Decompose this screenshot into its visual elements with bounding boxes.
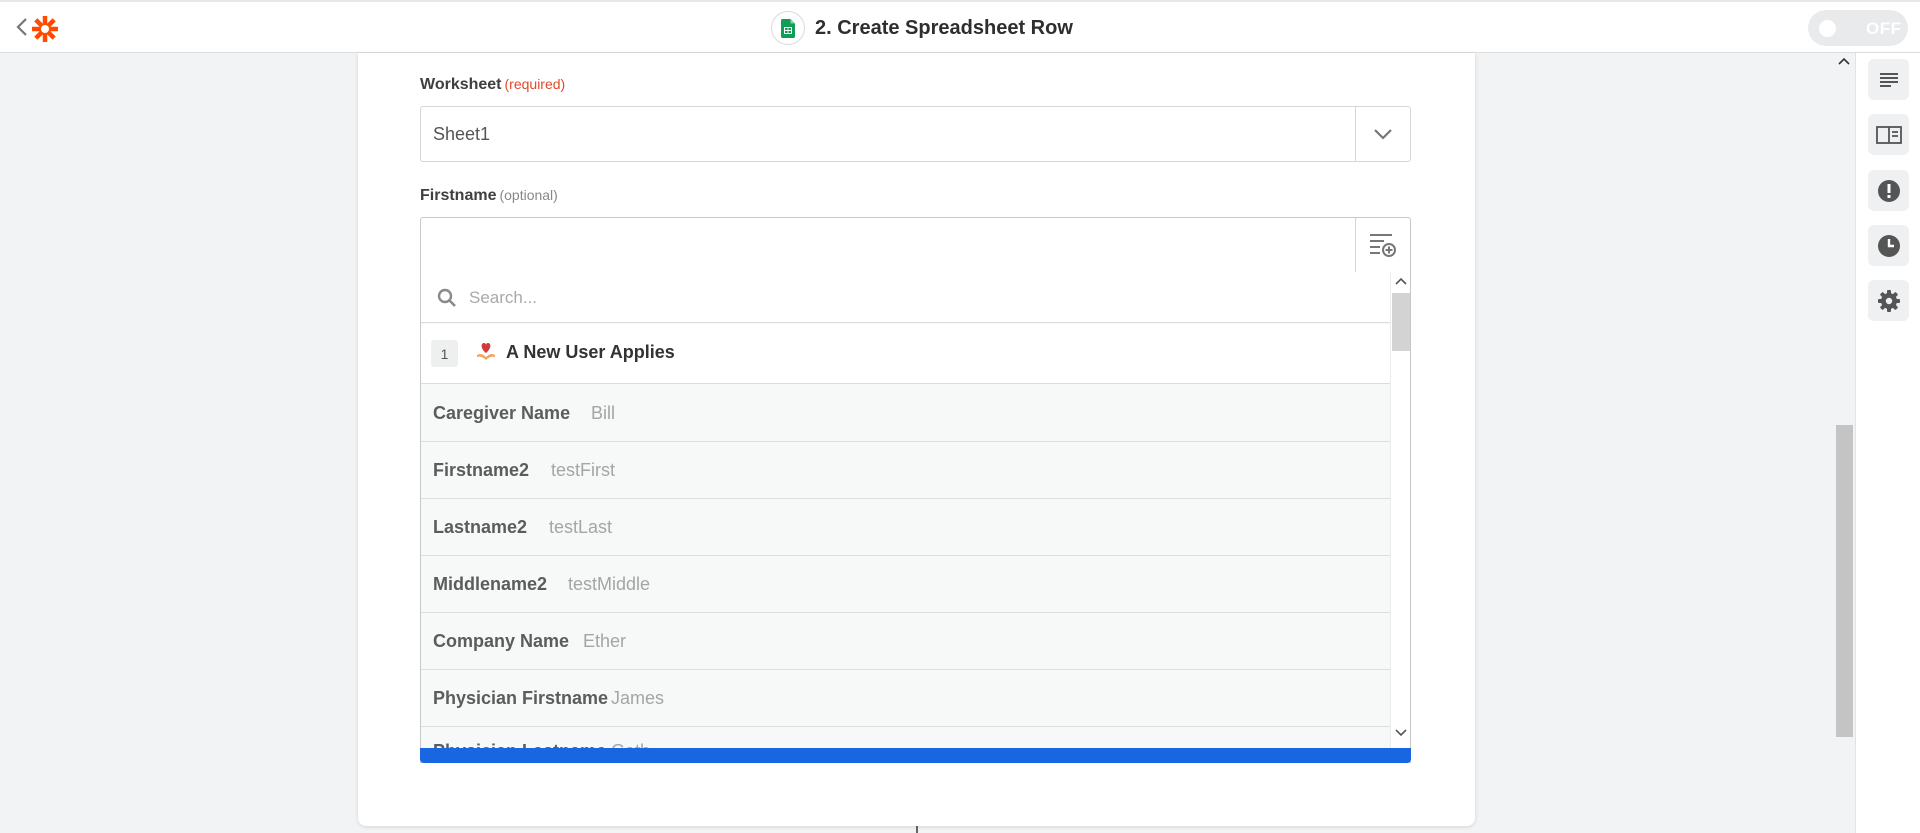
top-bar: 2. Create Spreadsheet Row OFF xyxy=(0,0,1920,53)
field-sample-value: James xyxy=(611,688,665,708)
field-key: Lastname2 xyxy=(433,517,528,537)
dropdown-scrollbar[interactable] xyxy=(1390,272,1410,762)
required-tag: (required) xyxy=(504,76,566,92)
page-title: 2. Create Spreadsheet Row xyxy=(815,16,1073,39)
list-item-company-name[interactable]: Company Name Ether xyxy=(421,613,1392,670)
worksheet-label: Worksheet (required) xyxy=(420,76,565,94)
page-scrollbar[interactable] xyxy=(1834,53,1854,833)
field-key: Firstname2 xyxy=(433,460,530,480)
worksheet-select[interactable]: Sheet1 xyxy=(420,106,1411,162)
firstname-label: Firstname (optional) xyxy=(420,187,558,205)
list-item-caregiver-name[interactable]: Caregiver Name Bill xyxy=(421,385,1392,442)
firstname-input[interactable] xyxy=(420,217,1411,273)
field-key: Caregiver Name xyxy=(433,403,571,423)
field-sample-value: testFirst xyxy=(551,460,616,480)
zap-on-off-toggle[interactable]: OFF xyxy=(1808,10,1908,46)
toggle-knob xyxy=(1819,20,1836,37)
chevron-down-icon[interactable] xyxy=(1395,729,1407,737)
insert-data-icon xyxy=(1370,234,1396,257)
field-sample-value: testMiddle xyxy=(568,574,651,594)
insert-data-button[interactable] xyxy=(1355,218,1410,272)
step-number-badge: 1 xyxy=(431,340,458,367)
chevron-up-icon[interactable] xyxy=(1395,277,1407,285)
right-sidebar xyxy=(1855,53,1920,833)
list-item-physician-firstname[interactable]: Physician Firstname James xyxy=(421,670,1392,727)
heart-hand-icon xyxy=(477,343,495,360)
settings-button[interactable] xyxy=(1868,280,1909,321)
field-key: Middlename2 xyxy=(433,574,548,594)
guide-icon xyxy=(1875,125,1902,144)
chevron-down-icon xyxy=(1374,129,1392,140)
search-placeholder: Search... xyxy=(469,288,538,307)
field-sample-value: testLast xyxy=(549,517,613,537)
google-sheets-icon xyxy=(771,11,805,45)
worksheet-dropdown-button[interactable] xyxy=(1355,107,1410,161)
chevron-up-icon[interactable] xyxy=(1838,57,1850,65)
worksheet-value: Sheet1 xyxy=(433,124,491,144)
guide-button[interactable] xyxy=(1868,114,1909,155)
optional-tag: (optional) xyxy=(499,187,558,203)
details-button[interactable] xyxy=(1868,59,1909,100)
alerts-button[interactable] xyxy=(1868,170,1909,211)
details-icon xyxy=(1879,72,1898,87)
trigger-step-name: A New User Applies xyxy=(506,342,675,362)
step-editor-card: Worksheet (required) Sheet1 Firstname (opt… xyxy=(358,53,1475,826)
list-item-firstname2[interactable]: Firstname2 testFirst xyxy=(421,442,1392,499)
step-title: 2. Create Spreadsheet Row xyxy=(771,11,1073,45)
settings-icon xyxy=(1877,289,1900,312)
insert-data-dropdown: Search... 1 A New User Applies Caregiver… xyxy=(420,272,1411,763)
worksheet-label-text: Worksheet xyxy=(420,76,502,93)
search-icon xyxy=(437,288,456,307)
history-button[interactable] xyxy=(1868,225,1909,266)
zapier-asterisk-icon[interactable] xyxy=(30,14,60,44)
field-sample-value: Ether xyxy=(583,631,627,651)
scroll-thumb[interactable] xyxy=(1392,293,1410,351)
toggle-label: OFF xyxy=(1866,19,1902,38)
dropdown-search[interactable]: Search... xyxy=(421,272,1392,323)
dropdown-footer-bar xyxy=(420,748,1411,763)
list-item-middlename2[interactable]: Middlename2 testMiddle xyxy=(421,556,1392,613)
page-scroll-thumb[interactable] xyxy=(1836,425,1853,737)
field-key: Physician Firstname xyxy=(433,688,609,708)
trigger-step-group[interactable]: 1 A New User Applies xyxy=(421,324,1392,384)
list-item-lastname2[interactable]: Lastname2 testLast xyxy=(421,499,1392,556)
field-sample-value: Bill xyxy=(591,403,616,423)
history-icon xyxy=(1877,234,1900,257)
firstname-label-text: Firstname xyxy=(420,187,497,204)
field-list: Caregiver Name Bill Firstname2 testFirst… xyxy=(421,385,1392,762)
alert-icon xyxy=(1877,179,1900,202)
field-key: Company Name xyxy=(433,631,570,651)
